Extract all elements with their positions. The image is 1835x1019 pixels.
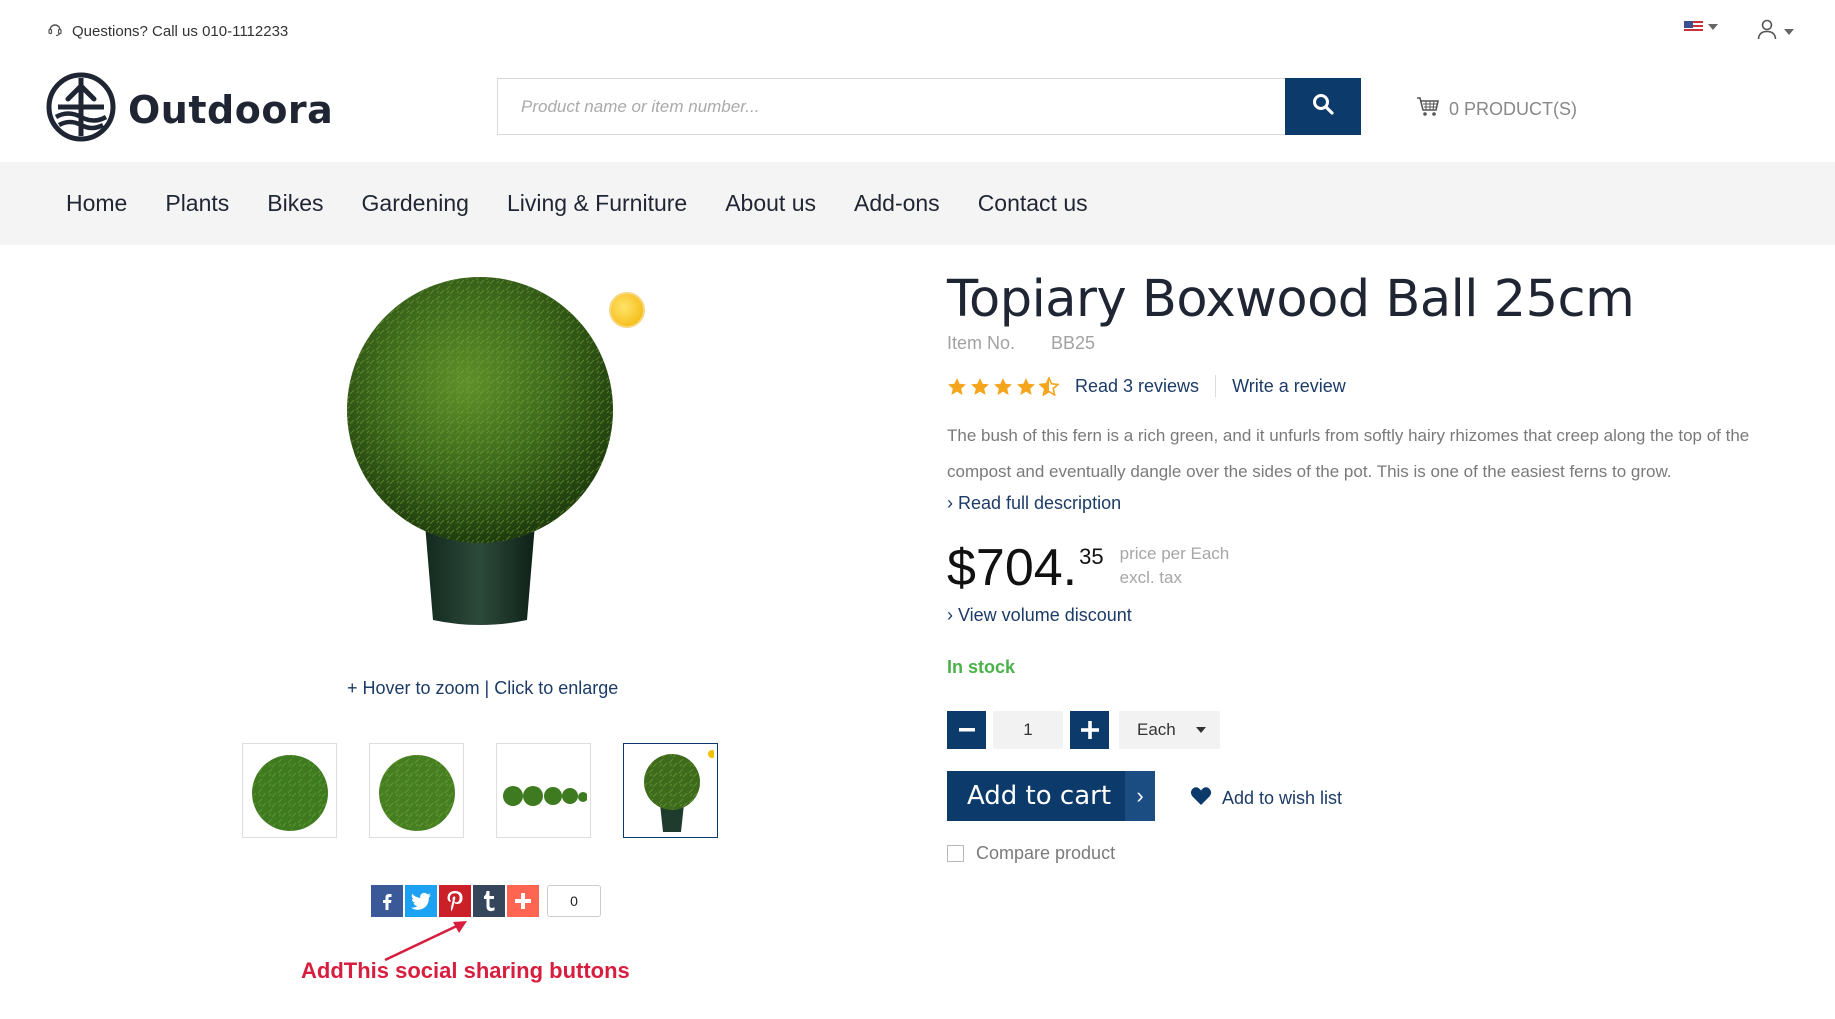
nav-item-add-ons[interactable]: Add-ons xyxy=(854,190,940,217)
unit-select[interactable]: Each xyxy=(1119,711,1220,749)
tree-logo-icon xyxy=(46,72,116,147)
share-count: 0 xyxy=(547,885,601,917)
nav-item-about-us[interactable]: About us xyxy=(725,190,816,217)
plus-icon xyxy=(1080,721,1099,739)
top-bar: Questions? Call us 010-1112233 xyxy=(0,0,1835,62)
pinterest-icon[interactable] xyxy=(439,885,471,917)
main-navigation: Home Plants Bikes Gardening Living & Fur… xyxy=(0,162,1835,245)
annotation-arrow-icon xyxy=(384,921,467,962)
headset-icon xyxy=(47,21,63,41)
minus-icon xyxy=(958,728,975,732)
zoom-hint[interactable]: + Hover to zoom | Click to enlarge xyxy=(347,678,618,699)
quantity-input[interactable]: 1 xyxy=(993,711,1063,749)
item-number-label: Item No. xyxy=(947,333,1016,353)
compare-label: Compare product xyxy=(976,843,1116,863)
divider xyxy=(1215,375,1217,397)
chevron-down-icon xyxy=(1196,727,1206,733)
product-rating: Read 3 reviews Write a review xyxy=(947,375,1346,397)
twitter-icon[interactable] xyxy=(405,885,437,917)
addthis-share-bar: 0 xyxy=(371,885,601,917)
nav-item-contact-us[interactable]: Contact us xyxy=(978,190,1088,217)
star-icon xyxy=(971,377,989,395)
add-to-wishlist-button[interactable]: Add to wish list xyxy=(1190,786,1342,811)
chevron-down-icon xyxy=(1784,28,1794,35)
thumbnail-3[interactable] xyxy=(496,743,591,838)
thumbnail-1[interactable] xyxy=(242,743,337,838)
price-note: price per Each excl. tax xyxy=(1120,542,1230,590)
unit-select-value: Each xyxy=(1137,720,1176,739)
price-tax: excl. tax xyxy=(1119,568,1182,587)
product-main-image[interactable] xyxy=(335,275,625,630)
star-rating xyxy=(947,376,1059,396)
eco-leaf-badge-icon xyxy=(609,292,645,328)
language-selector[interactable] xyxy=(1684,21,1718,33)
thumbnail-strip xyxy=(242,743,718,838)
nav-item-plants[interactable]: Plants xyxy=(165,190,229,217)
product-description: The bush of this fern is a rich green, a… xyxy=(947,426,1750,481)
mini-cart[interactable]: 0 PRODUCT(S) xyxy=(1416,96,1577,123)
product-title: Topiary Boxwood Ball 25cm xyxy=(947,270,1635,329)
support-phone: Questions? Call us 010-1112233 xyxy=(47,21,288,41)
add-to-cart-label: Add to cart xyxy=(966,781,1112,811)
brand-logo[interactable]: Outdoora xyxy=(46,72,333,147)
tumblr-icon[interactable] xyxy=(473,885,505,917)
star-icon xyxy=(1017,377,1035,395)
item-number-value: BB25 xyxy=(1051,333,1096,353)
half-star-icon xyxy=(1039,376,1059,396)
add-to-wishlist-label: Add to wish list xyxy=(1222,788,1343,808)
search-button[interactable] xyxy=(1285,78,1361,135)
nav-item-home[interactable]: Home xyxy=(66,190,127,217)
product-price: $704. 35 price per Each excl. tax xyxy=(947,538,1229,598)
compare-checkbox[interactable] xyxy=(947,845,964,862)
brand-name: Outdoora xyxy=(128,87,334,132)
view-volume-discount-link[interactable]: › View volume discount xyxy=(947,605,1132,626)
heart-icon xyxy=(1190,786,1212,811)
read-full-description-link[interactable]: › Read full description xyxy=(947,493,1121,514)
nav-item-living-furniture[interactable]: Living & Furniture xyxy=(507,190,687,217)
search-icon xyxy=(1311,92,1335,121)
chevron-right-icon: › xyxy=(1125,771,1155,821)
nav-item-bikes[interactable]: Bikes xyxy=(267,190,323,217)
stock-status: In stock xyxy=(947,657,1016,677)
price-unit: price per Each xyxy=(1119,544,1230,563)
add-to-cart-button[interactable]: Add to cart › xyxy=(947,771,1155,821)
thumbnail-2[interactable] xyxy=(369,743,464,838)
account-menu[interactable] xyxy=(1756,18,1794,45)
read-reviews-link[interactable]: Read 3 reviews xyxy=(1075,376,1199,397)
chevron-down-icon xyxy=(1708,24,1718,30)
search-input[interactable] xyxy=(498,79,1285,134)
cart-count: 0 PRODUCT(S) xyxy=(1449,99,1578,119)
us-flag-icon xyxy=(1684,21,1703,33)
star-icon xyxy=(994,377,1012,395)
decrease-quantity-button[interactable] xyxy=(947,711,986,749)
increase-quantity-button[interactable] xyxy=(1070,711,1109,749)
facebook-icon[interactable] xyxy=(371,885,403,917)
quantity-stepper: 1 Each xyxy=(947,711,1220,749)
thumbnail-4[interactable] xyxy=(623,743,718,838)
price-main: $704. xyxy=(947,539,1078,597)
search-bar xyxy=(497,78,1361,135)
compare-product[interactable]: Compare product xyxy=(947,843,1115,864)
item-number: Item No. BB25 xyxy=(947,333,1095,354)
addthis-plus-icon[interactable] xyxy=(507,885,539,917)
cart-icon xyxy=(1416,96,1440,123)
annotation-label: AddThis social sharing buttons xyxy=(301,958,630,983)
write-review-link[interactable]: Write a review xyxy=(1232,376,1346,397)
nav-item-gardening[interactable]: Gardening xyxy=(362,190,469,217)
star-icon xyxy=(948,377,966,395)
user-icon xyxy=(1756,18,1778,45)
price-cents: 35 xyxy=(1079,544,1104,569)
support-phone-text: Questions? Call us 010-1112233 xyxy=(72,22,289,40)
